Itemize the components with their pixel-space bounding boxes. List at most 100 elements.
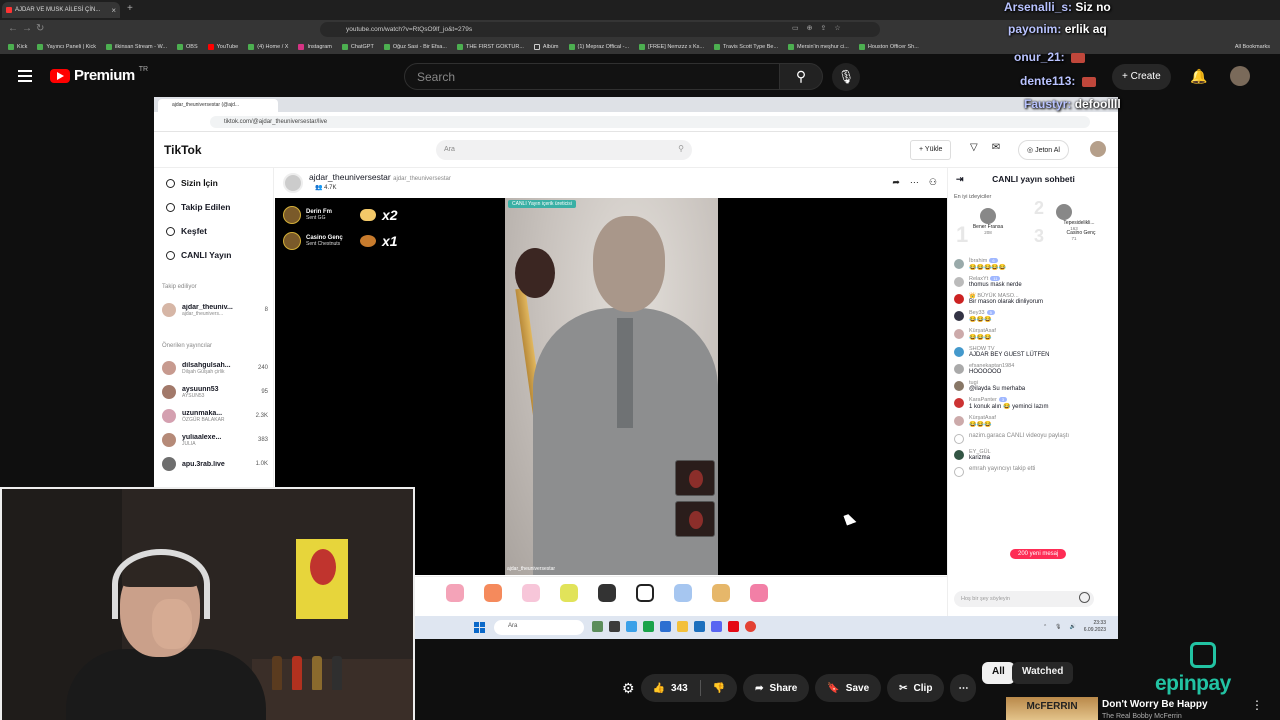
jeton-button[interactable]: ◎ Jeton Al xyxy=(1018,140,1069,160)
create-button[interactable]: + Create xyxy=(1112,64,1171,90)
settings-gear-icon[interactable]: ⚙ xyxy=(622,680,635,697)
close-tab-icon[interactable]: × xyxy=(111,6,116,15)
tiktok-search-input[interactable]: Ara ⚲ xyxy=(436,140,692,160)
filter-all[interactable]: All xyxy=(982,662,1015,684)
bookmark-item[interactable]: (4) Home / X xyxy=(248,43,288,50)
streamer-name[interactable]: ajdar_theuniversestar ajdar_theuniverses… xyxy=(309,172,451,182)
chat-message[interactable]: İbrahim 6 😂😂😂😂😂 xyxy=(954,258,1114,271)
all-bookmarks[interactable]: All Bookmarks xyxy=(1235,44,1270,50)
chat-input[interactable]: Hoş bir şey söyleyin xyxy=(954,591,1094,607)
share-button[interactable]: ➦ Share xyxy=(743,674,810,702)
forward-icon[interactable]: → xyxy=(22,23,32,34)
app-icon[interactable] xyxy=(643,621,654,632)
browser-tab[interactable]: AJDAR VE MUSK AİLESİ ÇİN... × xyxy=(2,2,120,18)
app-icon[interactable] xyxy=(609,621,620,632)
taskbar-search[interactable]: Ara xyxy=(494,620,584,635)
nav-for-you[interactable]: Sizin İçin xyxy=(166,178,218,188)
cast-icon[interactable]: ▭ xyxy=(792,24,799,32)
following-account[interactable]: ajdar_theuniv... ajdar_theunivers... 8 xyxy=(162,300,268,320)
suggested-account[interactable]: yuliaalexe... JULIA 383 xyxy=(162,430,268,450)
upload-button[interactable]: + Yükle xyxy=(910,140,952,160)
discord-icon[interactable] xyxy=(711,621,722,632)
emoji-icon[interactable] xyxy=(1079,592,1090,603)
bookmark-item[interactable]: Travis Scott Type Be... xyxy=(714,43,778,50)
nav-live[interactable]: CANLI Yayın xyxy=(166,250,231,260)
clock[interactable]: 23:33 6.09.2023 xyxy=(1084,620,1106,634)
save-button[interactable]: 🔖 Save xyxy=(815,674,882,702)
recommended-title[interactable]: Don't Worry Be Happy xyxy=(1102,699,1208,710)
collapse-chat-icon[interactable]: ⇥ xyxy=(956,168,964,190)
chat-message[interactable]: KaraPanter 3 1 konuk alın 😂 yeminci lazım xyxy=(954,397,1114,410)
trophy-gift-icon[interactable] xyxy=(712,584,730,602)
store-icon[interactable] xyxy=(694,621,705,632)
windows-start-icon[interactable] xyxy=(474,622,485,633)
chat-message[interactable]: KürşatAsaf 😂😂😂 xyxy=(954,415,1114,428)
podium-first[interactable]: 1 Bener Fransa 208 xyxy=(956,208,1018,247)
search-input[interactable]: Search xyxy=(404,63,780,90)
streamer-avatar[interactable] xyxy=(283,173,303,193)
podium-second[interactable]: 2 Tepesidelikli... 163 xyxy=(1034,198,1114,231)
edge-icon[interactable] xyxy=(660,621,671,632)
clip-button[interactable]: ✂ Clip xyxy=(887,674,945,702)
suggested-account[interactable]: uzunmaka... ÖZGÜR BALAKAR 2.3K xyxy=(162,406,268,426)
notifications-bell-icon[interactable]: 🔔 xyxy=(1190,68,1207,85)
suggested-account[interactable]: dilsahgulsah... Dilşah Gülşah çirlik 240 xyxy=(162,358,268,378)
volume-icon[interactable]: 🔊 xyxy=(1070,624,1076,630)
filter-watched[interactable]: Watched xyxy=(1012,662,1074,684)
chat-message[interactable]: tugi @ilayda Su merhaba xyxy=(954,380,1114,392)
tiktok-avatar[interactable] xyxy=(1090,141,1106,157)
bookmark-item[interactable]: [FREE] Nemzzz x Ks... xyxy=(639,43,704,50)
tray-arrow-icon[interactable]: ⌃ xyxy=(1043,624,1047,630)
mic-icon[interactable]: 🎙 xyxy=(1055,624,1061,630)
thumbs-down-icon[interactable]: 👎 xyxy=(713,683,725,694)
share-icon[interactable]: ⇪ xyxy=(821,24,827,32)
more-vert-icon[interactable]: ⋮ xyxy=(1251,698,1263,712)
podium-third[interactable]: 3 Casino Genç 71 xyxy=(1034,226,1114,246)
more-options-icon[interactable]: ⋯ xyxy=(910,177,919,188)
more-actions-button[interactable]: ⋯ xyxy=(950,674,977,702)
folder-icon[interactable] xyxy=(677,621,688,632)
app-icon[interactable] xyxy=(626,621,637,632)
inner-url-field[interactable]: tiktok.com/@ajdar_theuniversestar/live xyxy=(210,116,1090,128)
chat-message[interactable]: KürşatAsaf 😂😂😂 xyxy=(954,328,1114,341)
rose-gift-icon[interactable] xyxy=(446,584,464,602)
back-icon[interactable]: ← xyxy=(8,23,18,34)
bookmark-item[interactable]: THE FIRST GOKTUR... xyxy=(456,43,524,50)
new-messages-button[interactable]: 200 yeni mesaj xyxy=(1010,549,1067,559)
chrome-icon[interactable] xyxy=(745,621,756,632)
zoom-icon[interactable]: ⊕ xyxy=(807,24,813,32)
chat-message[interactable]: efsanekaptan1984 HOOOOOO xyxy=(954,363,1114,375)
guest-thumbnail[interactable] xyxy=(675,501,715,537)
heart-gift-icon[interactable] xyxy=(750,584,768,602)
tiktok-logo[interactable]: TikTok xyxy=(164,143,202,157)
nav-following[interactable]: Takip Edilen xyxy=(166,202,230,212)
crystal-gift-icon[interactable] xyxy=(674,584,692,602)
recommended-thumbnail[interactable]: McFERRIN xyxy=(1006,697,1098,720)
menu-icon[interactable] xyxy=(18,70,32,82)
gg-gift-icon[interactable] xyxy=(560,584,578,602)
chat-message[interactable]: 👑 BÜYÜK MASO... Bir mason olarak dinliyor… xyxy=(954,293,1114,305)
bookmark-item[interactable]: OBS xyxy=(177,43,198,50)
bookmark-item[interactable]: ChatGPT xyxy=(341,43,374,50)
share-arrow-icon[interactable]: ➦ xyxy=(892,177,900,188)
search-icon[interactable]: ⚲ xyxy=(678,144,684,153)
bookmark-star-icon[interactable]: ☆ xyxy=(834,24,840,32)
bookmark-item[interactable]: Kick xyxy=(8,43,27,50)
search-button[interactable]: ⚲ xyxy=(779,63,823,90)
follow-person-icon[interactable]: ⚇ xyxy=(929,177,937,188)
bookmark-item[interactable]: ilkinsan Stream - W... xyxy=(106,43,167,50)
account-avatar[interactable] xyxy=(1230,66,1250,86)
ice-cream-gift-icon[interactable] xyxy=(522,584,540,602)
suggested-account[interactable]: apu.3rab.live 1.0K xyxy=(162,454,268,474)
inner-tab[interactable]: ajdar_theuniversestar (@ajd... xyxy=(158,99,278,112)
bookmark-item[interactable]: (1) Mepraz Offical -... xyxy=(568,43,629,50)
football-gift-icon[interactable] xyxy=(636,584,654,602)
new-tab-icon[interactable]: + xyxy=(127,3,133,14)
netflix-icon[interactable] xyxy=(728,621,739,632)
like-button[interactable]: 👍 343 👎 xyxy=(640,674,738,702)
bookmark-item[interactable]: Mersin'in meşhur ci... xyxy=(788,43,849,50)
chat-message[interactable]: EY_GÜL karizma xyxy=(954,449,1114,461)
app-icon[interactable] xyxy=(592,621,603,632)
bookmark-item[interactable]: Instagram xyxy=(298,43,332,50)
donut-gift-icon[interactable] xyxy=(484,584,502,602)
